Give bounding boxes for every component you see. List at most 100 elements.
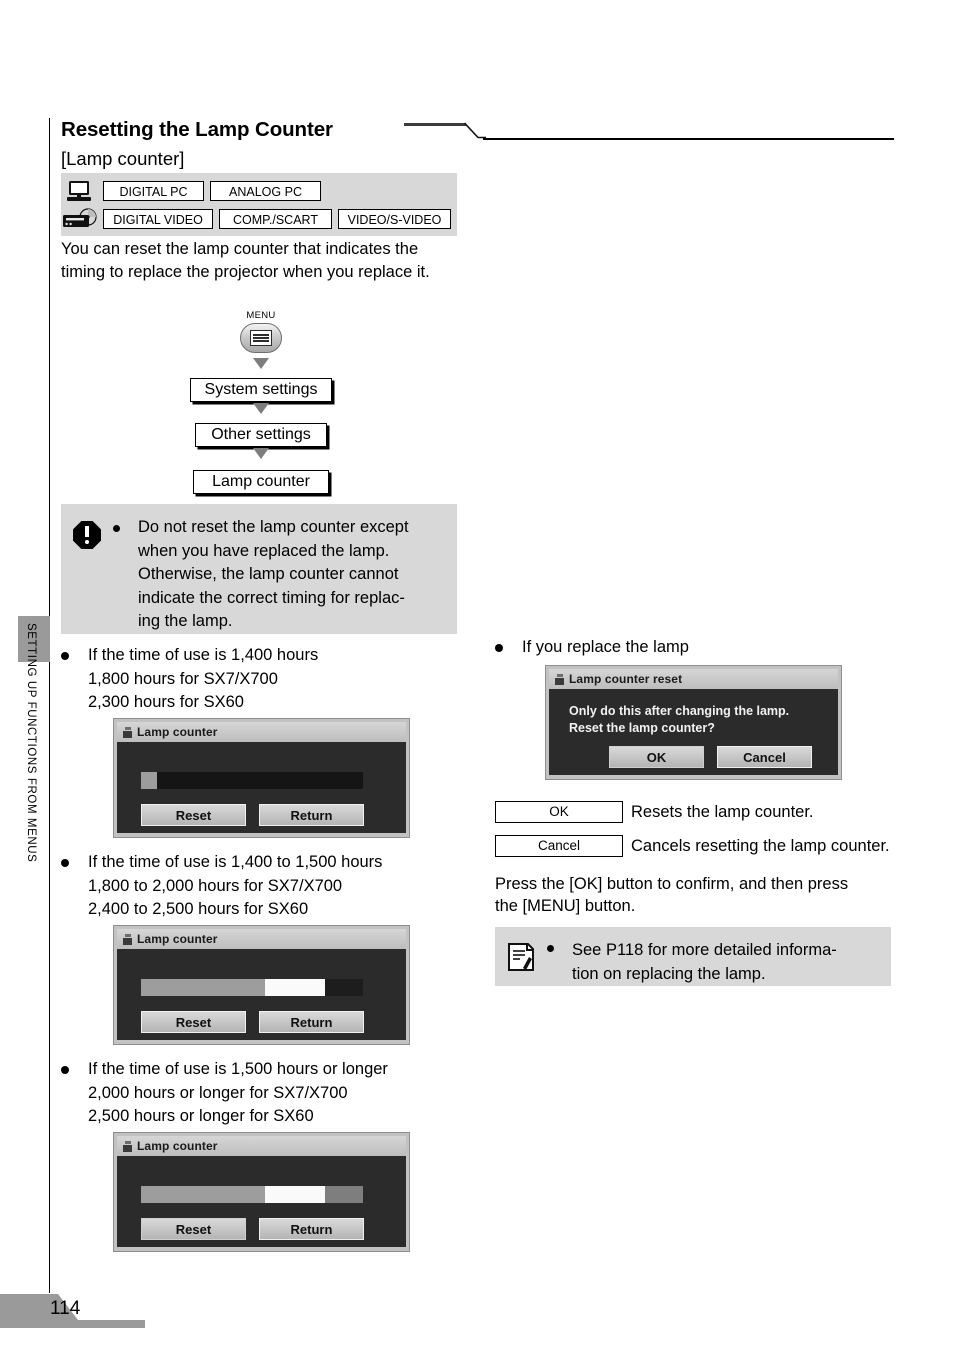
osd-return-button-3[interactable]: Return (259, 1218, 364, 1240)
case-bullet-1 (61, 652, 69, 660)
caution-line-1: Do not reset the lamp counter except (138, 518, 409, 536)
intro-paragraph: You can reset the lamp counter that indi… (61, 240, 430, 281)
osd-window-icon-3 (122, 1140, 133, 1152)
page-header: Resetting the Lamp Counter (61, 118, 894, 152)
case-lines-3: If the time of use is 1,500 hours or lon… (88, 1058, 388, 1129)
case1-line-2: 1,800 hours for SX7/X700 (88, 669, 278, 688)
osd-reset-button-2[interactable]: Reset (141, 1011, 246, 1033)
case1-line-1: If the time of use is 1,400 hours (88, 646, 319, 664)
flow-step-system-settings: System settings (190, 378, 332, 402)
header-rule-step (464, 122, 486, 139)
osd-lamp-counter-1: Lamp counter Reset Return (113, 718, 410, 838)
legend-key-ok: OK (495, 801, 623, 823)
page-footer-bar (0, 1320, 145, 1328)
reference-bullet (547, 945, 554, 952)
case-lines-2: If the time of use is 1,400 to 1,500 hou… (88, 851, 382, 922)
source-row-pc: DIGITAL PC ANALOG PC (61, 180, 327, 202)
bar-segment-warning-2 (265, 979, 326, 996)
osd-title-bar-3: Lamp counter (117, 1136, 406, 1156)
page-title: Resetting the Lamp Counter (61, 118, 333, 141)
case-bullet-3 (61, 1066, 69, 1074)
manual-page: SETTING UP FUNCTIONS FROM MENUS 114 Rese… (0, 0, 954, 1352)
warning-octagon-icon (73, 521, 103, 551)
flow-step-lamp-counter: Lamp counter (193, 470, 329, 494)
reference-text: See P118 for more detailed informa- tion… (572, 939, 880, 986)
osd-title-text-2: Lamp counter (137, 932, 218, 946)
case1-line-3: 2,300 hours for SX60 (88, 693, 244, 711)
osd-window-icon-reset (554, 673, 565, 685)
legend-desc-cancel: Cancels resetting the lamp counter. (631, 837, 890, 855)
case3-line-1: If the time of use is 1,500 hours or lon… (88, 1060, 388, 1078)
osd-window-icon-2 (122, 933, 133, 945)
bar-segment-remaining-2 (325, 979, 363, 996)
lamp-usage-bar-1 (141, 772, 363, 789)
bar-segment-used-2 (141, 979, 266, 996)
osd-reset-button-1[interactable]: Reset (141, 804, 246, 826)
osd-return-button-1[interactable]: Return (259, 804, 364, 826)
lamp-usage-bar-2 (141, 979, 363, 996)
osd-body-1: Reset Return (117, 742, 406, 833)
source-badge-video-s-video: VIDEO/S-VIDEO (338, 209, 451, 229)
reference-note-box: See P118 for more detailed informa- tion… (495, 927, 891, 986)
osd-message-line-1: Only do this after changing the lamp. (569, 704, 790, 718)
osd-cancel-button[interactable]: Cancel (717, 746, 812, 768)
flow-arrow-1 (253, 358, 269, 369)
source-badge-analog-pc: ANALOG PC (210, 181, 321, 201)
caution-line-3: Otherwise, the lamp counter cannot (138, 565, 399, 583)
page-subtitle: [Lamp counter] (61, 148, 185, 169)
reference-line-2: tion on replacing the lamp. (572, 964, 766, 983)
replace-bullet (495, 644, 503, 652)
osd-return-button-2[interactable]: Return (259, 1011, 364, 1033)
legend-key-cancel: Cancel (495, 835, 623, 857)
flow-arrow-3 (253, 448, 269, 459)
osd-title-bar-1: Lamp counter (117, 722, 406, 742)
menu-button-icon (240, 323, 282, 353)
header-rule-thin (483, 138, 894, 140)
osd-title-text-1: Lamp counter (137, 725, 218, 739)
osd-body-2: Reset Return (117, 949, 406, 1040)
osd-title-text-reset: Lamp counter reset (569, 672, 683, 686)
case-bullet-2 (61, 859, 69, 867)
source-row-video: DIGITAL VIDEO COMP./SCART VIDEO/S-VIDEO (61, 208, 457, 230)
case-lines-1: If the time of use is 1,400 hours 1,800 … (88, 644, 318, 715)
case2-line-2: 1,800 to 2,000 hours for SX7/X700 (88, 876, 343, 895)
caution-line-4: indicate the correct timing for replac- (138, 588, 405, 607)
osd-reset-button-3[interactable]: Reset (141, 1218, 246, 1240)
header-rule-thick (404, 123, 466, 126)
source-badge-digital-video: DIGITAL VIDEO (103, 209, 213, 229)
reference-line-1: See P118 for more detailed informa- (572, 941, 837, 959)
replace-heading: If you replace the lamp (522, 638, 689, 656)
osd-message-line-2: Reset the lamp counter? (569, 721, 715, 735)
osd-body-3: Reset Return (117, 1156, 406, 1247)
osd-body-reset: Only do this after changing the lamp. Re… (549, 689, 838, 775)
caution-line-5: ing the lamp. (138, 612, 233, 630)
osd-title-text-3: Lamp counter (137, 1139, 218, 1153)
menu-button-label: MENU (246, 310, 276, 321)
source-badge-comp-scart: COMP./SCART (219, 209, 332, 229)
input-source-panel: DIGITAL PC ANALOG PC DIGITAL VIDEO COMP.… (61, 173, 457, 236)
osd-title-bar-2: Lamp counter (117, 929, 406, 949)
chapter-tab-label: SETTING UP FUNCTIONS FROM MENUS (25, 623, 37, 863)
document-reference-icon (507, 942, 535, 972)
case2-line-1: If the time of use is 1,400 to 1,500 hou… (88, 853, 383, 871)
case2-line-3: 2,400 to 2,500 hours for SX60 (88, 900, 309, 918)
computer-monitor-icon (61, 180, 103, 202)
caution-note-box: Do not reset the lamp counter except whe… (61, 504, 457, 634)
video-player-icon (61, 208, 103, 230)
case3-line-2: 2,000 hours or longer for SX7/X700 (88, 1083, 348, 1102)
column-rule-left (49, 118, 50, 1293)
osd-ok-button[interactable]: OK (609, 746, 704, 768)
menu-lines-glyph (250, 330, 272, 346)
case3-line-3: 2,500 hours or longer for SX60 (88, 1107, 314, 1125)
osd-lamp-counter-3: Lamp counter Reset Return (113, 1132, 410, 1252)
bar-segment-used-3 (141, 1186, 266, 1203)
osd-title-bar-reset: Lamp counter reset (549, 669, 838, 689)
caution-line-2: when you have replaced the lamp. (138, 541, 390, 560)
bar-segment-overrun-3 (325, 1186, 363, 1203)
closing-line-2: the [MENU] button. (495, 897, 636, 915)
osd-lamp-counter-2: Lamp counter Reset Return (113, 925, 410, 1045)
osd-window-icon-1 (122, 726, 133, 738)
closing-line-1: Press the [OK] button to confirm, and th… (495, 875, 849, 893)
flow-arrow-2 (253, 403, 269, 414)
osd-lamp-counter-reset: Lamp counter reset Only do this after ch… (545, 665, 842, 780)
